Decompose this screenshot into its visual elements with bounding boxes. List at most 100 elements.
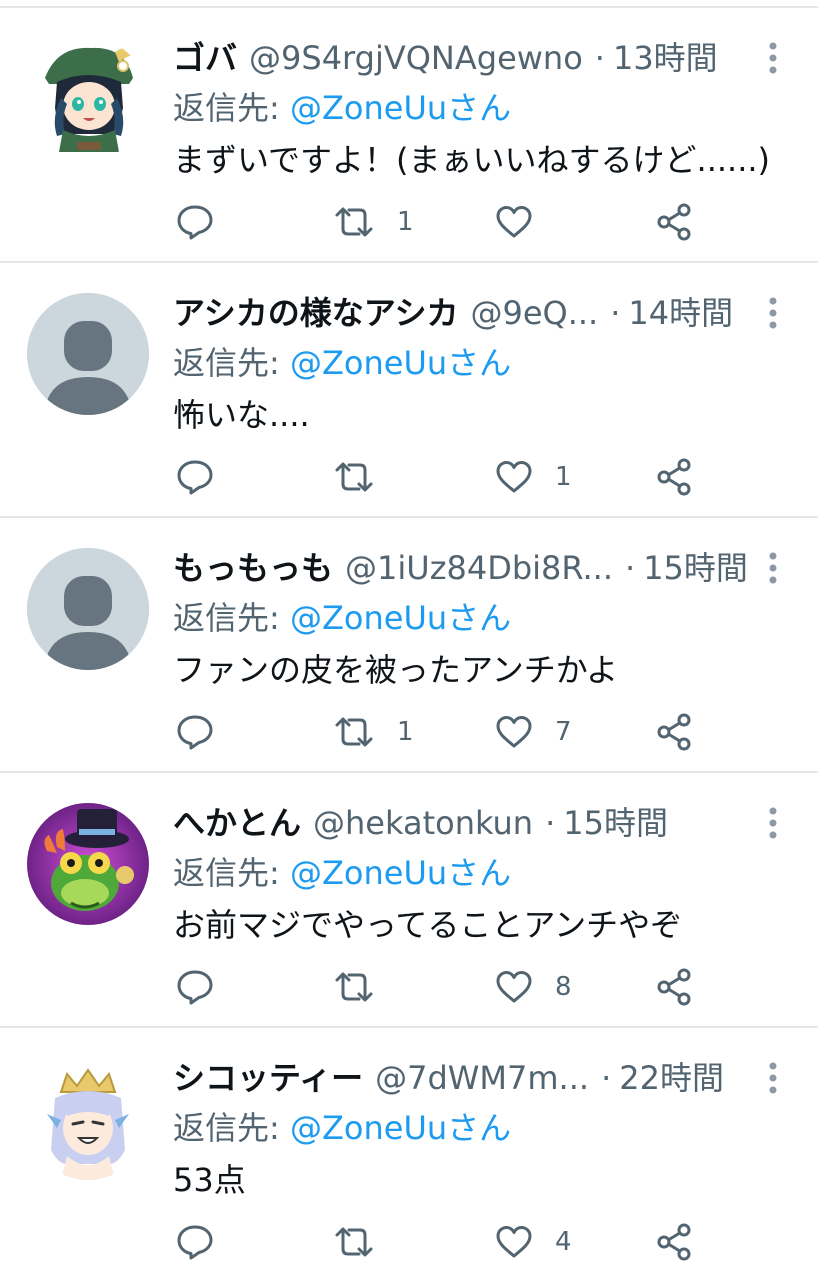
user-handle[interactable]: @1iUz84Dbi8R... [345,540,613,596]
retweet-icon [335,207,373,237]
more-vertical-icon [769,1062,777,1094]
separator-dot: · [610,294,621,332]
avatar[interactable] [27,803,149,925]
more-button[interactable] [762,548,784,588]
share-icon [657,458,691,496]
more-button[interactable] [762,1058,784,1098]
display-name[interactable]: アシカの様なアシカ [173,285,458,341]
reply-target-link[interactable]: @ZoneUu [290,1109,447,1147]
display-name[interactable]: へかとん [173,795,301,851]
retweet-count: 1 [397,207,414,237]
share-button[interactable] [655,455,693,499]
reply-icon [177,460,213,495]
like-count: 8 [555,972,572,1002]
heart-icon [496,716,532,748]
user-handle[interactable]: @7dWM7m... [375,1050,589,1106]
tweet-text: 53点 [173,1161,246,1199]
reply-suffix: さん [447,1109,512,1147]
reply-target-link[interactable]: @ZoneUu [290,599,447,637]
share-button[interactable] [655,200,693,244]
timestamp[interactable]: 14時間 [628,285,733,341]
tweet[interactable]: アシカの様なアシカ @9eQ... · 14時間 返信先: @ZoneUuさん … [0,263,818,518]
reply-prefix: 返信先: [173,89,280,127]
display-name[interactable]: ゴバ [173,30,237,86]
tweet[interactable]: もっもっも @1iUz84Dbi8R... · 15時間 返信先: @ZoneU… [0,518,818,773]
reply-button[interactable] [176,965,256,1009]
user-handle[interactable]: @9S4rgjVQNAgewno [249,30,583,86]
reply-suffix: さん [447,854,512,892]
user-handle[interactable]: @9eQ... [470,285,598,341]
more-vertical-icon [769,42,777,74]
reply-prefix: 返信先: [173,854,280,892]
display-name[interactable]: シコッティー [173,1050,363,1106]
separator-dot: · [601,1059,612,1097]
user-handle[interactable]: @hekatonkun [313,795,533,851]
avatar[interactable] [27,293,149,415]
heart-icon [496,971,532,1003]
like-button[interactable] [495,200,575,244]
reply-button[interactable] [176,710,256,754]
more-button[interactable] [762,38,784,78]
tweet[interactable]: ゴバ @9S4rgjVQNAgewno · 13時間 返信先: @ZoneUuさ… [0,8,818,263]
share-button[interactable] [655,965,693,1009]
more-button[interactable] [762,803,784,843]
share-icon [657,713,691,751]
replying-to: 返信先: @ZoneUuさん [173,341,511,385]
retweet-button[interactable] [333,1220,417,1264]
reply-prefix: 返信先: [173,344,280,382]
retweet-button[interactable] [333,455,417,499]
reply-target-link[interactable]: @ZoneUu [290,854,447,892]
like-button[interactable]: 8 [495,965,575,1009]
reply-button[interactable] [176,1220,256,1264]
share-button[interactable] [655,710,693,754]
like-count: 4 [555,1227,572,1257]
like-count: 1 [555,462,572,492]
more-button[interactable] [762,293,784,333]
reply-target-link[interactable]: @ZoneUu [290,344,447,382]
avatar[interactable] [27,548,149,670]
frog-character-avatar-image [27,803,149,925]
heart-icon [496,1226,532,1258]
separator-dot: · [545,804,556,842]
reply-button[interactable] [176,200,256,244]
display-name[interactable]: もっもっも [173,540,333,596]
share-button[interactable] [655,1220,693,1264]
retweet-button[interactable]: 1 [333,200,417,244]
crowned-character-avatar-image [27,1058,149,1180]
reply-prefix: 返信先: [173,599,280,637]
retweet-button[interactable] [333,965,417,1009]
share-icon [657,1223,691,1261]
share-icon [657,203,691,241]
retweet-icon [335,717,373,747]
retweet-icon [335,462,373,492]
reply-feed: ゴバ @9S4rgjVQNAgewno · 13時間 返信先: @ZoneUuさ… [0,0,818,1280]
retweet-count: 1 [397,717,414,747]
replying-to: 返信先: @ZoneUuさん [173,851,511,895]
like-button[interactable]: 4 [495,1220,575,1264]
tweet[interactable]: シコッティー @7dWM7m... · 22時間 返信先: @ZoneUuさん … [0,1028,818,1283]
anime-character-avatar-image [27,38,149,160]
reply-target-link[interactable]: @ZoneUu [290,89,447,127]
tweet-header: もっもっも @1iUz84Dbi8R... · 15時間 [173,540,763,596]
replying-to: 返信先: @ZoneUuさん [173,1106,511,1150]
timestamp[interactable]: 22時間 [619,1050,724,1106]
replying-to: 返信先: @ZoneUuさん [173,596,511,640]
timestamp[interactable]: 13時間 [613,30,718,86]
more-vertical-icon [769,297,777,329]
like-button[interactable]: 1 [495,455,575,499]
reply-icon [177,715,213,750]
more-vertical-icon [769,807,777,839]
replying-to: 返信先: @ZoneUuさん [173,86,511,130]
like-count: 7 [555,717,572,747]
tweet-header: アシカの様なアシカ @9eQ... · 14時間 [173,285,763,341]
retweet-icon [335,1227,373,1257]
retweet-button[interactable]: 1 [333,710,417,754]
avatar[interactable] [27,1058,149,1180]
timestamp[interactable]: 15時間 [643,540,748,596]
tweet[interactable]: へかとん @hekatonkun · 15時間 返信先: @ZoneUuさん お… [0,773,818,1028]
reply-button[interactable] [176,455,256,499]
timestamp[interactable]: 15時間 [563,795,668,851]
like-button[interactable]: 7 [495,710,575,754]
separator-dot: · [625,549,636,587]
avatar[interactable] [27,38,149,160]
